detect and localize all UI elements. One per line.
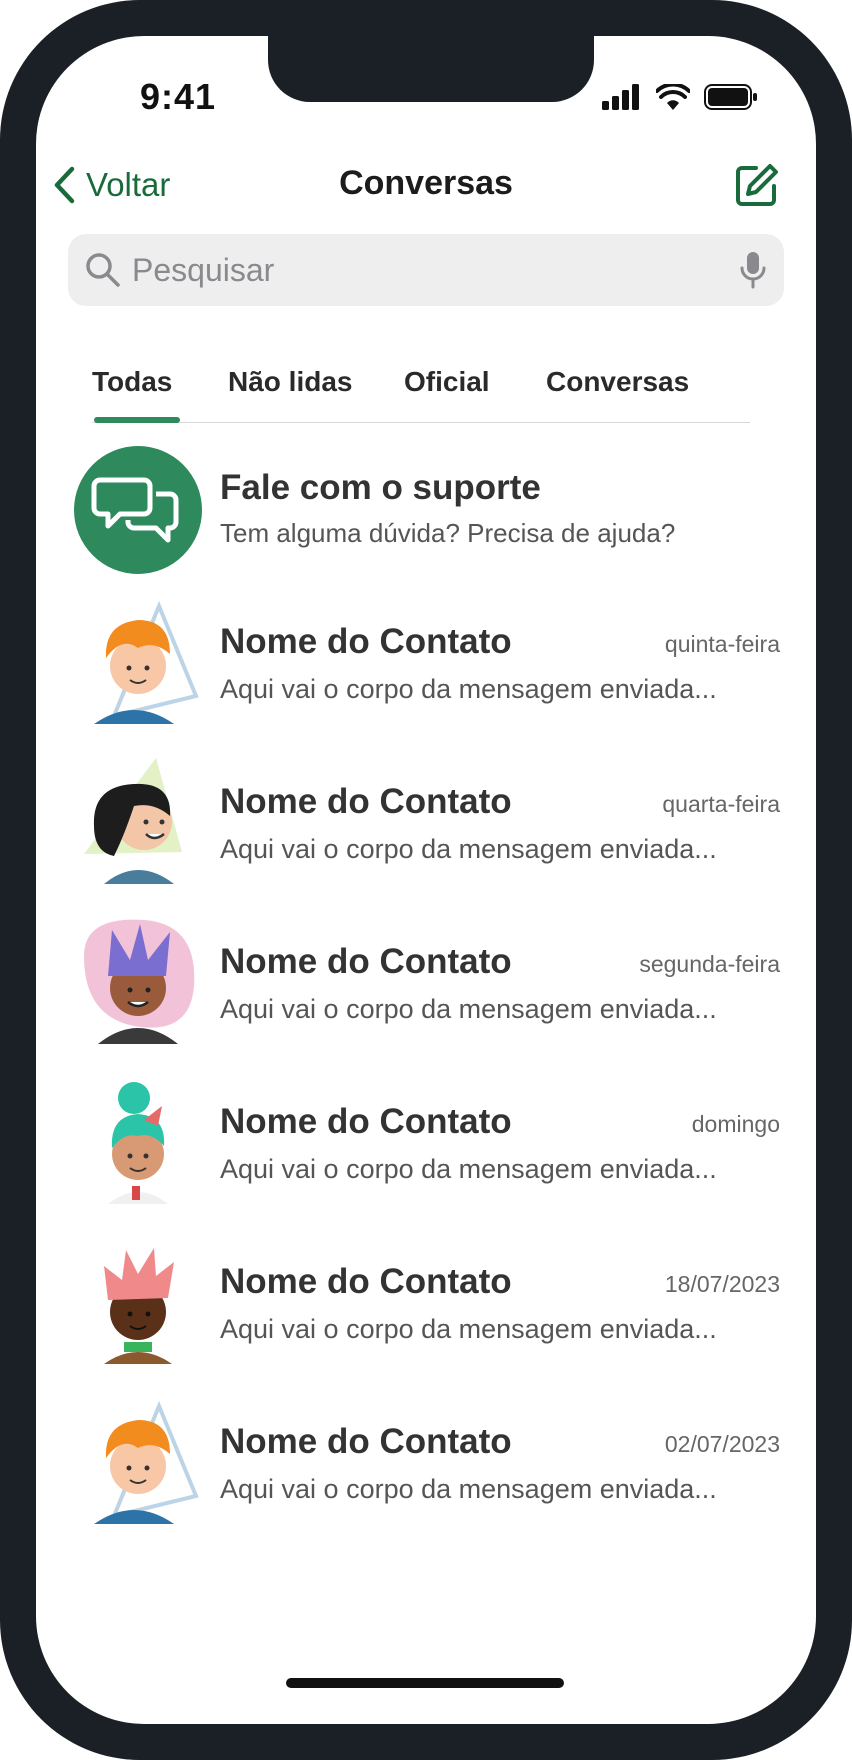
conversation-row[interactable]: Nome do Contato segunda-feira Aqui vai o… (36, 916, 816, 1066)
message-preview: Aqui vai o corpo da mensagem enviada... (220, 1474, 717, 1504)
message-preview: Aqui vai o corpo da mensagem enviada... (220, 834, 717, 864)
message-preview: Aqui vai o corpo da mensagem enviada... (220, 1314, 717, 1344)
support-title: Fale com o suporte (220, 468, 541, 507)
conversation-date: quinta-feira (664, 631, 780, 657)
contact-name: Nome do Contato (220, 782, 512, 821)
tab-nao-lidas[interactable]: Não lidas (228, 366, 352, 398)
avatar (94, 1400, 199, 1524)
conversation-date: segunda-feira (639, 951, 780, 977)
contact-name: Nome do Contato (220, 1102, 512, 1141)
contact-name: Nome do Contato (220, 622, 512, 661)
conversation-row[interactable]: Nome do Contato domingo Aqui vai o corpo… (36, 1076, 816, 1226)
message-preview: Aqui vai o corpo da mensagem enviada... (220, 1154, 717, 1184)
avatar (84, 919, 195, 1044)
active-tab-indicator (94, 417, 180, 423)
search-icon (86, 253, 120, 287)
conversation-date: 02/07/2023 (664, 1431, 780, 1457)
tab-oficial[interactable]: Oficial (404, 366, 490, 398)
wifi-icon (656, 84, 690, 110)
support-row[interactable]: Fale com o suporte Tem alguma dúvida? Pr… (36, 446, 816, 596)
conversation-date: domingo (691, 1111, 780, 1137)
contact-name: Nome do Contato (220, 1262, 512, 1301)
compose-button[interactable] (734, 162, 780, 213)
tab-todas[interactable]: Todas (92, 366, 172, 398)
page-title: Conversas (339, 164, 513, 202)
conversation-row[interactable]: Nome do Contato quinta-feira Aqui vai o … (36, 596, 816, 746)
support-subtitle: Tem alguma dúvida? Precisa de ajuda? (220, 518, 676, 548)
contact-name: Nome do Contato (220, 1422, 512, 1461)
conversation-row[interactable]: Nome do Contato quarta-feira Aqui vai o … (36, 756, 816, 906)
status-time: 9:41 (140, 76, 217, 117)
contact-name: Nome do Contato (220, 942, 512, 981)
avatar (94, 600, 199, 724)
home-indicator[interactable] (286, 1678, 564, 1688)
screen: 9:41 Voltar Conversas Pesquisar Todas Nã… (36, 36, 816, 1724)
avatar (84, 758, 182, 884)
message-preview: Aqui vai o corpo da mensagem enviada... (220, 674, 717, 704)
microphone-icon[interactable] (740, 251, 766, 289)
phone-frame: 9:41 Voltar Conversas Pesquisar Todas Nã… (0, 0, 852, 1760)
compose-icon (736, 164, 778, 206)
conversation-date: quarta-feira (662, 791, 780, 817)
tab-conversas[interactable]: Conversas (546, 366, 689, 398)
message-preview: Aqui vai o corpo da mensagem enviada... (220, 994, 717, 1024)
battery-icon (704, 84, 757, 110)
notch (268, 36, 594, 102)
conversation-row[interactable]: Nome do Contato 02/07/2023 Aqui vai o co… (36, 1396, 816, 1546)
search-input[interactable]: Pesquisar (132, 252, 274, 289)
avatar (104, 1248, 174, 1364)
conversation-row[interactable]: Nome do Contato 18/07/2023 Aqui vai o co… (36, 1236, 816, 1386)
search-bar[interactable]: Pesquisar (68, 234, 784, 306)
signal-icon (602, 84, 639, 110)
support-avatar (74, 446, 202, 574)
conversation-date: 18/07/2023 (664, 1271, 780, 1297)
status-icons (602, 84, 758, 110)
avatar (108, 1082, 168, 1204)
tab-bar: Todas Não lidas Oficial Conversas (92, 326, 750, 423)
